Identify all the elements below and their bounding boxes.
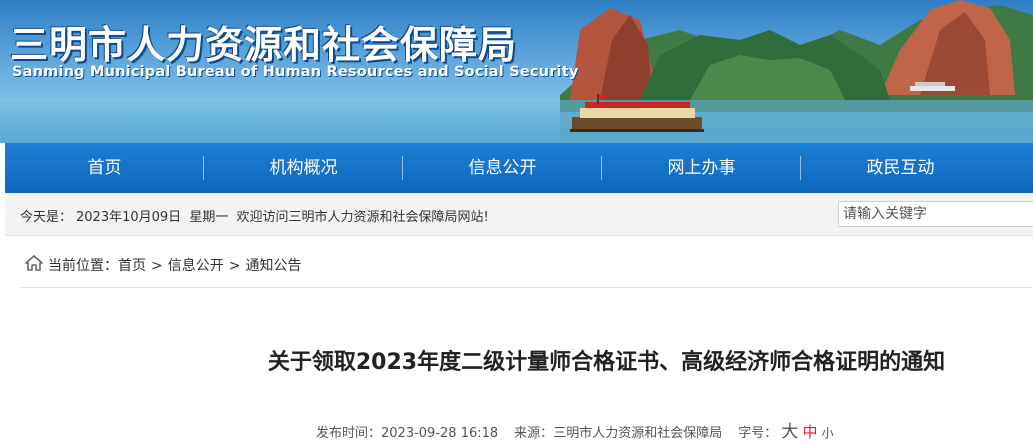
welcome-message: 欢迎访问三明市人力资源和社会保障局网站! <box>236 210 489 225</box>
breadcrumb-trail: 当前位置：首页 > 信息公开 > 通知公告 <box>48 255 301 275</box>
font-size-large-button[interactable]: 大 <box>781 422 798 442</box>
main-navigation: 首页 机构概况 信息公开 网上办事 政民互动 <box>5 143 1033 193</box>
font-size-medium-button[interactable]: 中 <box>803 423 818 441</box>
source-label: 来源： <box>514 426 554 441</box>
breadcrumb-link-info-disclosure[interactable]: 信息公开 <box>168 258 224 274</box>
breadcrumb-link-home[interactable]: 首页 <box>118 258 146 274</box>
today-date: 2023年10月09日 <box>76 210 182 225</box>
breadcrumb-separator: > <box>151 258 163 274</box>
nav-item-info-disclosure[interactable]: 信息公开 <box>403 143 602 193</box>
nav-item-online-services[interactable]: 网上办事 <box>602 143 801 193</box>
site-subtitle-english: Sanming Municipal Bureau of Human Resour… <box>12 64 579 80</box>
publish-time-label: 发布时间： <box>316 426 382 441</box>
font-size-label: 字号： <box>738 426 778 441</box>
header-banner: 三明市人力资源和社会保障局 Sanming Municipal Bureau o… <box>0 0 1033 143</box>
breadcrumb: 当前位置：首页 > 信息公开 > 通知公告 <box>20 240 1033 288</box>
nav-item-public-interaction[interactable]: 政民互动 <box>801 143 1000 193</box>
today-label: 今天是： <box>20 210 73 225</box>
breadcrumb-separator: > <box>228 258 241 274</box>
font-size-small-button[interactable]: 小 <box>822 426 834 440</box>
article-title: 关于领取2023年度二级计量师合格证书、高级经济师合格证明的通知 <box>267 350 946 375</box>
publish-time: 2023-09-28 16:18 <box>381 426 499 441</box>
nav-item-organization[interactable]: 机构概况 <box>204 143 403 193</box>
breadcrumb-label: 当前位置： <box>48 258 118 274</box>
date-welcome-text: 今天是： 2023年10月09日 星期一 欢迎访问三明市人力资源和社会保障局网站! <box>20 206 493 225</box>
home-icon <box>25 255 43 271</box>
today-weekday: 星期一 <box>189 210 229 225</box>
source-value: 三明市人力资源和社会保障局 <box>553 426 723 441</box>
breadcrumb-link-notices[interactable]: 通知公告 <box>245 258 301 274</box>
info-bar: 今天是： 2023年10月09日 星期一 欢迎访问三明市人力资源和社会保障局网站! <box>5 193 1033 236</box>
search-input[interactable] <box>838 201 1033 227</box>
article-meta: 发布时间：2023-09-28 16:18 来源：三明市人力资源和社会保障局 字号：… <box>316 417 834 442</box>
nav-item-home[interactable]: 首页 <box>5 143 204 193</box>
site-title: 三明市人力资源和社会保障局 <box>10 22 518 67</box>
